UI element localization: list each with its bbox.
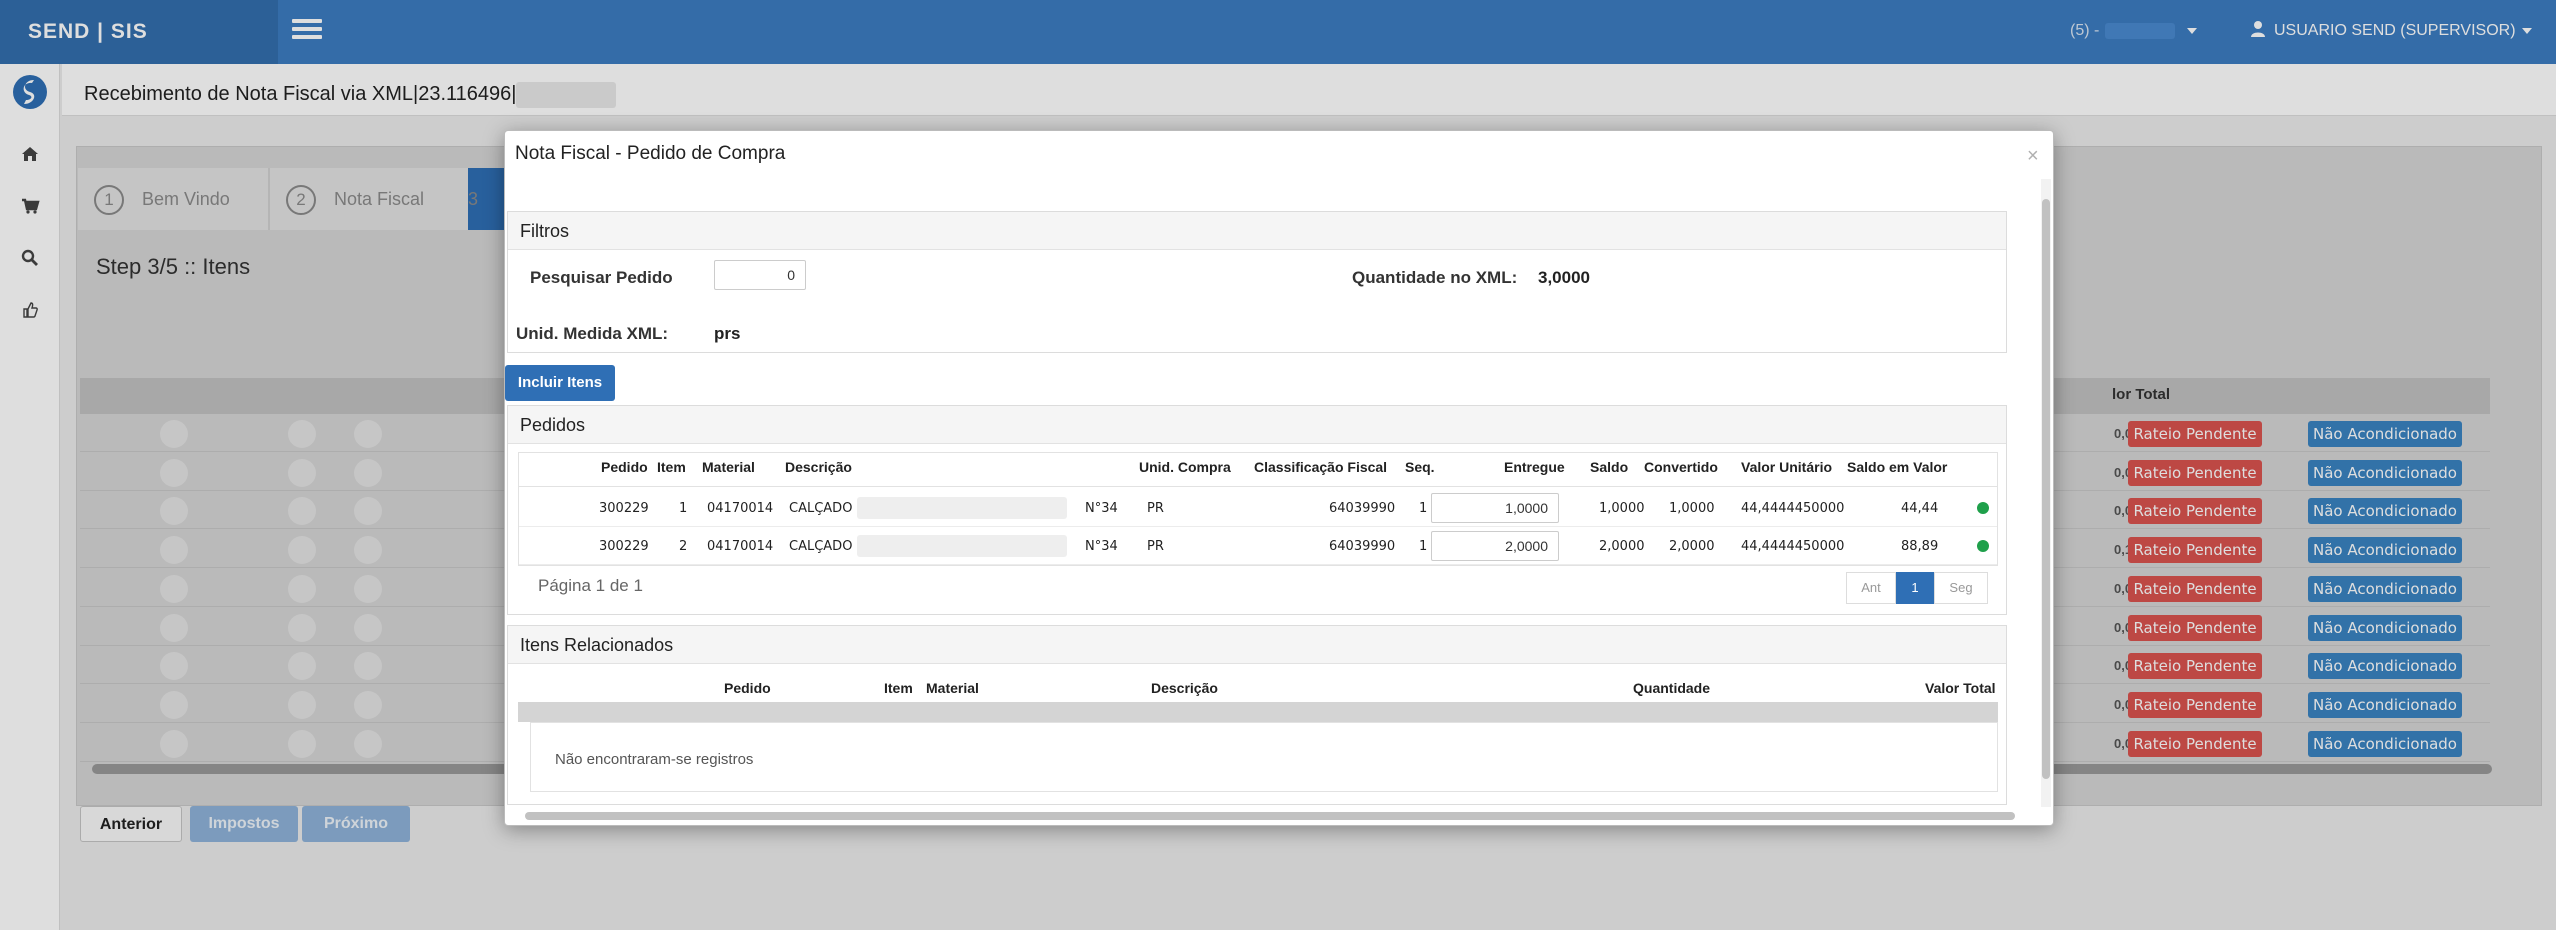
cell-descricao: CALÇADO: [789, 539, 853, 554]
pagination-prev[interactable]: Ant: [1846, 572, 1896, 604]
cell-seq: 1: [1419, 539, 1428, 554]
cell-classificacao-fiscal: 64039990: [1329, 539, 1396, 554]
pedidos-heading: Pedidos: [508, 406, 2006, 444]
cell-item: 2: [679, 539, 688, 554]
cell-saldo-valor: 44,44: [1901, 501, 1939, 516]
quantidade-xml-value: 3,0000: [1538, 268, 1590, 287]
entregue-input[interactable]: 1,0000: [1431, 493, 1559, 523]
filtros-section: Filtros Pesquisar Pedido 0 Quantidade no…: [507, 211, 2007, 353]
itens-relacionados-section: Itens Relacionados Pedido Item Material …: [507, 625, 2007, 805]
unid-medida-value: prs: [714, 324, 741, 343]
pagination-page-1[interactable]: 1: [1896, 572, 1934, 604]
incluir-itens-button[interactable]: Incluir Itens: [505, 365, 615, 401]
cell-seq: 1: [1419, 501, 1428, 516]
cell-valor-unitario: 44,4444450000: [1741, 539, 1845, 554]
cell-material: 04170014: [707, 539, 774, 554]
cell-classificacao-fiscal: 64039990: [1329, 501, 1396, 516]
cell-item: 1: [679, 501, 688, 516]
cell-numero: N°34: [1085, 501, 1118, 516]
cell-saldo: 2,0000: [1599, 539, 1645, 554]
cell-saldo: 1,0000: [1599, 501, 1645, 516]
col-convertido: Convertido: [1644, 459, 1718, 475]
col-descricao: Descrição: [1151, 680, 1218, 696]
quantidade-xml-label: Quantidade no XML:: [1352, 268, 1518, 287]
col-valor-unitario: Valor Unitário: [1741, 459, 1833, 475]
col-material: Material: [926, 680, 979, 696]
col-quantidade: Quantidade: [1633, 680, 1711, 696]
cell-convertido: 2,0000: [1669, 539, 1715, 554]
cell-numero: N°34: [1085, 539, 1118, 554]
itens-relacionados-heading: Itens Relacionados: [508, 626, 2006, 664]
col-classificacao-fiscal: Classificação Fiscal: [1254, 459, 1388, 475]
filtros-heading: Filtros: [508, 212, 2006, 250]
col-pedido: Pedido: [724, 680, 771, 696]
cell-material: 04170014: [707, 501, 774, 516]
close-icon[interactable]: ×: [2027, 145, 2039, 168]
modal-vertical-scrollbar[interactable]: [2041, 179, 2051, 807]
col-pedido: Pedido: [601, 459, 648, 475]
pedidos-table-header: Pedido Item Material Descrição Unid. Com…: [519, 459, 1997, 487]
cell-convertido: 1,0000: [1669, 501, 1715, 516]
col-item: Item: [884, 680, 913, 696]
redacted-text: [857, 535, 1067, 557]
col-seq: Seq.: [1405, 459, 1435, 475]
cell-unid-compra: PR: [1147, 539, 1164, 554]
col-item: Item: [657, 459, 686, 475]
redacted-text: [857, 497, 1067, 519]
col-descricao: Descrição: [785, 459, 852, 475]
pagination-next[interactable]: Seg: [1934, 572, 1988, 604]
cell-pedido: 300229: [599, 539, 649, 554]
relacionados-table-separator: [518, 702, 1998, 722]
cell-descricao: CALÇADO: [789, 501, 853, 516]
cell-unid-compra: PR: [1147, 501, 1164, 516]
cell-valor-unitario: 44,4444450000: [1741, 501, 1845, 516]
cell-saldo-valor: 88,89: [1901, 539, 1939, 554]
col-unid-compra: Unid. Compra: [1139, 459, 1231, 475]
table-row[interactable]: 300229 1 04170014 CALÇADO N°34 PR 64039990 1 1,0…: [519, 489, 1997, 527]
modal-horizontal-scrollbar[interactable]: [515, 811, 2035, 821]
status-ok-icon: [1977, 502, 1989, 514]
col-material: Material: [702, 459, 755, 475]
pedidos-section: Pedidos Pedido Item Material Descrição U…: [507, 405, 2007, 615]
relacionados-table-header: Pedido Item Material Descrição Quantidad…: [518, 672, 1998, 702]
cell-pedido: 300229: [599, 501, 649, 516]
col-entregue: Entregue: [1504, 459, 1565, 475]
pesquisar-pedido-input[interactable]: 0: [714, 260, 806, 290]
col-saldo: Saldo: [1590, 459, 1629, 475]
col-valor-total: Valor Total: [1925, 680, 1996, 696]
status-ok-icon: [1977, 540, 1989, 552]
modal-title: Nota Fiscal - Pedido de Compra: [515, 143, 786, 164]
pesquisar-pedido-label: Pesquisar Pedido: [530, 268, 673, 287]
modal-dialog: Nota Fiscal - Pedido de Compra × Filtros…: [504, 130, 2054, 826]
table-row[interactable]: 300229 2 04170014 CALÇADO N°34 PR 64039990 1 2,0…: [519, 527, 1997, 565]
pedidos-table: Pedido Item Material Descrição Unid. Com…: [518, 452, 1998, 566]
unid-medida-label: Unid. Medida XML:: [516, 324, 669, 343]
empty-message: Não encontraram-se registros: [530, 722, 1998, 792]
col-saldo-valor: Saldo em Valor: [1847, 459, 1948, 475]
pagination-label: Página 1 de 1: [538, 576, 643, 595]
entregue-input[interactable]: 2,0000: [1431, 531, 1559, 561]
